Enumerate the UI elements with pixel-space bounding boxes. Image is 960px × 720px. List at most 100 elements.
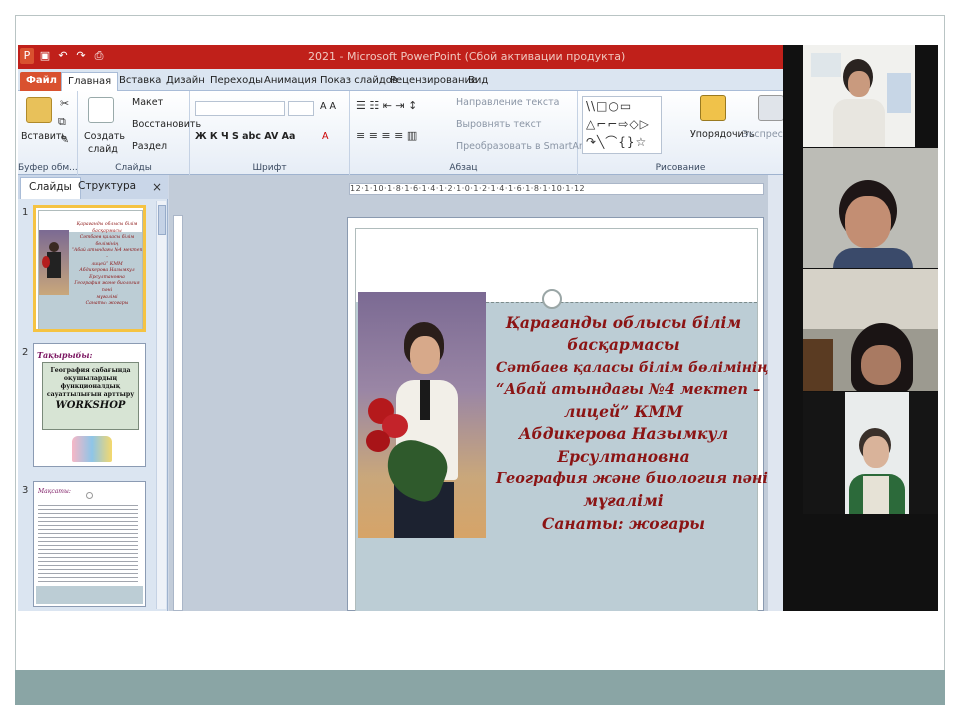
participant-4-face [863,436,889,468]
group-slides-label: Слайды [115,163,152,173]
undo-icon[interactable]: ↶ [56,48,70,64]
thumb-1-line: “Абай атындағы №4 мектеп – [71,248,143,260]
thumb-1-line: Қарағанды облысы білім [76,222,138,227]
ribbon: Вставить ✂ ⧉ ✎ Буфер обм... Создать слай… [18,91,821,175]
slide-thumbnail-3[interactable]: Мақсаты: [33,481,146,607]
editor-scrollbar[interactable] [768,175,783,611]
group-paragraph-label: Абзац [449,163,478,173]
cut-icon[interactable]: ✂ [60,97,69,110]
group-slides: Создать слайд Макет Восстановить Раздел … [78,91,201,175]
redo-icon[interactable]: ↷ [74,48,88,64]
room-furniture [803,339,833,391]
teacher-photo[interactable] [358,292,486,538]
participant-1-face [848,71,870,97]
format-painter-icon[interactable]: ✎ [60,133,69,146]
participant-video-1[interactable] [803,45,915,147]
font-family-select[interactable] [195,101,285,116]
participant-video-3[interactable] [803,269,938,391]
current-slide[interactable]: Қарағанды облысы білім басқармасы Сәтбае… [347,217,769,611]
participant-2-face [845,196,891,248]
thumb-number: 1 [22,207,29,218]
section-button[interactable]: Раздел [132,141,167,153]
slide-line: География және биология пәні [496,470,768,488]
screen-share: P ▣ ↶ ↷ ⎙ 2021 - Microsoft PowerPoint (С… [18,45,938,611]
new-slide-button[interactable]: Создать [84,131,125,143]
print-icon[interactable]: ⎙ [92,48,106,64]
font-grow-button[interactable]: A A [320,101,336,113]
thumb-3-body [38,502,138,582]
tab-outline[interactable]: Структура [78,180,136,192]
thumb-photo [39,230,69,295]
shapes-gallery[interactable]: \\□○▭ △⌐⌐⇨◇▷ ↷╲⌒{}☆ [582,96,662,154]
thumb-1-text: Қарағанды облысы білім басқармасы Сәтбае… [71,222,143,308]
align-icons[interactable]: ≡ ≡ ≡ ≡ ▥ [356,129,417,142]
slide-line: “Абай атындағы №4 мектеп – [496,380,761,398]
group-clipboard-label: Буфер обм... [18,163,78,173]
slide-editor: 12·1·10·1·8·1·6·1·4·1·2·1·0·1·2·1·4·1·6·… [169,175,783,611]
participant-4-frame [845,392,909,514]
copy-icon[interactable]: ⧉ [58,115,66,129]
tab-file[interactable]: Файл [20,72,63,91]
slide-line: Қарағанды облысы білім [505,313,742,332]
thumb-1-line: Абдикерова Назымкул [79,268,135,274]
photo-rose [366,430,390,452]
slide-line: Сәтбаев қаласы білім бөлімінің [496,359,769,376]
slide-line: мұғалімі [583,491,664,511]
new-slide-icon[interactable] [88,97,114,123]
paste-icon[interactable] [26,97,52,123]
thumb-1-line: Сәтбаев қаласы білім бөлімінің [79,235,135,247]
slides-panel: Слайды Структура × 1 Қарағанды облысы бі… [18,175,168,611]
slide-divider [486,302,757,303]
participant-video-2[interactable] [803,148,938,268]
panel-scrollbar[interactable] [156,201,166,609]
participant-video-4[interactable] [803,392,938,514]
group-clipboard: Вставить ✂ ⧉ ✎ Буфер обм... [18,91,78,175]
thumb-1-line: Санаты: жоғары [85,301,129,307]
bullets-icon[interactable]: ☰ ☷ ⇤ ⇥ ↕ [356,99,417,112]
smartart-button[interactable]: Преобразовать в SmartArt [456,141,586,153]
thumb-2-box: География сабағында оқушылардың функцион… [42,362,139,430]
slide-thumbnail-2[interactable]: Тақырыбы: География сабағында оқушыларды… [33,343,146,467]
thumb-3-band [36,586,143,604]
arrange-icon[interactable] [700,95,726,121]
bottom-band [15,670,945,705]
ribbon-tabs: Файл Главная Вставка Дизайн Переходы Ани… [18,69,783,91]
thumb-2-books-image [72,436,112,462]
slide-thumbnail-1[interactable]: Қарағанды облысы білім басқармасы Сәтбае… [33,205,146,332]
slide-title-text[interactable]: Қарағанды облысы білім басқармасы Сәтбае… [496,312,769,535]
save-icon[interactable]: ▣ [38,48,52,64]
slide-circle [542,289,562,309]
quick-styles-icon[interactable] [758,95,784,121]
app-icon[interactable]: P [20,48,34,64]
thumb-number: 2 [22,347,29,358]
font-size-select[interactable] [288,101,314,116]
slide-line: басқармасы [567,335,680,355]
panel-scroll-thumb[interactable] [158,205,166,235]
photo-face [410,336,440,374]
tab-slides[interactable]: Слайды [20,177,81,199]
font-color-button[interactable]: A [322,131,329,143]
wall-decor [811,53,841,77]
photo-scarf [420,380,430,420]
thumb-2-workshop: WORKSHOP [55,400,126,411]
participants-panel [783,45,938,611]
slide-line: лицей” КММ [564,402,683,422]
font-style-buttons[interactable]: Ж К Ч S abc AV Aa [195,131,295,143]
layout-button[interactable]: Макет [132,97,163,109]
tab-view[interactable]: Вид [462,72,494,91]
group-drawing-label: Рисование [655,163,706,173]
slide-line: Санаты: жоғары [542,513,705,533]
quick-access-toolbar: P ▣ ↶ ↷ ⎙ [20,48,106,64]
title-bar: P ▣ ↶ ↷ ⎙ 2021 - Microsoft PowerPoint (С… [18,45,783,69]
powerpoint-window: P ▣ ↶ ↷ ⎙ 2021 - Microsoft PowerPoint (С… [18,45,821,611]
align-text-button[interactable]: Выровнять текст [456,119,541,131]
thumb-3-heading: Мақсаты: [38,488,71,495]
window-title: 2021 - Microsoft PowerPoint (Сбой актива… [308,50,626,63]
close-icon[interactable]: × [152,180,162,194]
group-paragraph: ☰ ☷ ⇤ ⇥ ↕ ≡ ≡ ≡ ≡ ▥ Направление текста В… [350,91,586,175]
new-slide-button-line2[interactable]: слайд [88,144,118,156]
text-direction-button[interactable]: Направление текста [456,97,560,109]
thumb-number: 3 [22,485,29,496]
participant-2-body [833,248,913,268]
tab-home[interactable]: Главная [61,72,119,91]
